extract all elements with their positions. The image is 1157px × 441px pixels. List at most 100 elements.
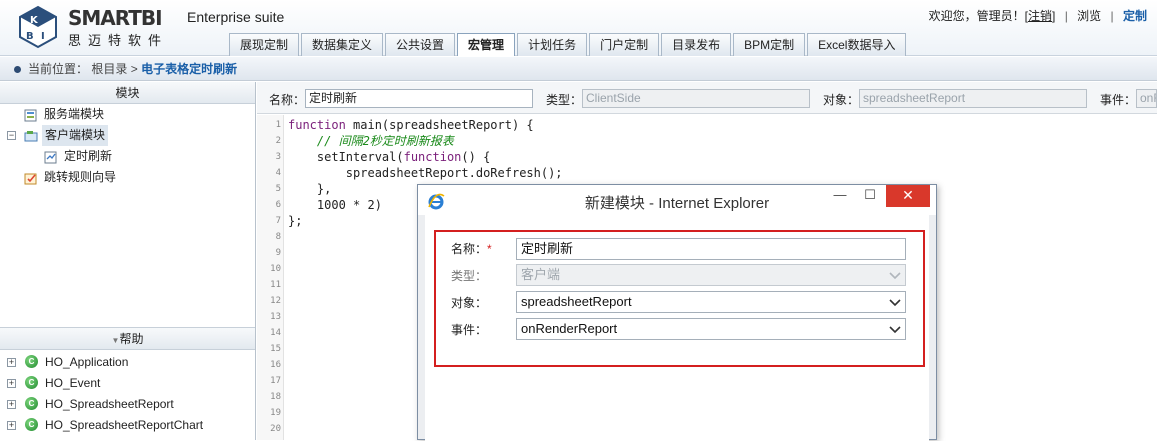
name-label-text: 名称：	[451, 242, 488, 256]
tree-item-timed-refresh[interactable]: 定时刷新	[0, 146, 255, 167]
client-module-icon	[24, 129, 38, 142]
code-text: main(spreadsheetReport) {	[345, 118, 534, 132]
browse-link[interactable]: 浏览	[1077, 9, 1101, 23]
logout-link[interactable]: 注销	[1028, 9, 1052, 23]
expand-icon[interactable]: +	[7, 400, 16, 409]
expand-icon[interactable]: +	[7, 379, 16, 388]
chevron-down-icon	[889, 326, 901, 334]
tree-item-client-module[interactable]: − 客户端模块	[0, 125, 255, 146]
brand-name: SMARTBI	[68, 6, 163, 30]
line-number: 17	[270, 376, 281, 386]
tab-scheduled-tasks[interactable]: 计划任务	[517, 33, 588, 56]
expand-icon[interactable]: +	[7, 421, 16, 430]
line-number: 3	[275, 152, 281, 162]
help-item-label: HO_Event	[45, 376, 101, 390]
tab-catalog-publish[interactable]: 目录发布	[661, 33, 732, 56]
chevron-down-icon	[889, 272, 901, 280]
app-header: K B I SMARTBI 思迈特软件 Enterprise suite 欢迎您…	[0, 0, 1157, 56]
suite-label: Enterprise suite	[187, 9, 285, 25]
tab-portal-customize[interactable]: 门户定制	[589, 33, 660, 56]
toolbar-separator: |	[1110, 9, 1114, 23]
module-form: 名称：* 定时刷新 类型： 客户端 对象： spreadsheetReport …	[434, 230, 925, 367]
tab-dataset-definition[interactable]: 数据集定义	[301, 33, 384, 56]
tree-item-label: 服务端模块	[44, 107, 105, 121]
dialog-name-label: 名称：*	[451, 240, 492, 257]
help-panel-header[interactable]: ▼帮助	[0, 327, 255, 350]
customize-link[interactable]: 定制	[1123, 9, 1147, 23]
tab-bpm-customize[interactable]: BPM定制	[733, 33, 806, 56]
module-panel-header: 模块	[0, 82, 255, 104]
tab-public-settings[interactable]: 公共设置	[385, 33, 456, 56]
expand-icon[interactable]: +	[7, 358, 16, 367]
line-number: 10	[270, 264, 281, 274]
name-label: 名称：	[269, 93, 306, 107]
line-number: 19	[270, 408, 281, 418]
brand-logo-icon: K B I	[16, 5, 60, 49]
server-module-icon	[24, 108, 38, 122]
tree-item-server-module[interactable]: 服务端模块	[0, 104, 255, 125]
line-number: 20	[270, 424, 281, 434]
help-item[interactable]: + C HO_Application	[0, 352, 255, 373]
brand-subtitle: 思迈特软件	[68, 33, 169, 48]
dialog-name-input[interactable]: 定时刷新	[516, 238, 906, 260]
dialog-object-label: 对象：	[451, 296, 488, 310]
type-select-value: 客户端	[521, 267, 561, 282]
welcome-text: 欢迎您，管理员！[	[928, 9, 1028, 23]
name-field[interactable]: 定时刷新	[305, 89, 533, 108]
line-number: 5	[275, 184, 281, 194]
help-item[interactable]: + C HO_SpreadsheetReport	[0, 394, 255, 415]
left-panel: 模块 服务端模块 − 客户端模块 定时刷新 跳转规则向导 ▼帮助 + C HO_…	[0, 82, 256, 440]
toolbar-separator: |	[1064, 9, 1068, 23]
code-line: 1000 * 2)	[288, 198, 382, 212]
event-field: onR	[1136, 89, 1157, 108]
line-number: 7	[275, 216, 281, 226]
tab-excel-import[interactable]: Excel数据导入	[807, 33, 907, 56]
object-select-value: spreadsheetReport	[521, 294, 632, 309]
location-dot-icon	[14, 66, 21, 73]
svg-text:I: I	[41, 31, 45, 42]
line-number: 12	[270, 296, 281, 306]
dialog-type-label: 类型：	[451, 269, 488, 283]
dialog-type-select: 客户端	[516, 264, 906, 286]
macro-attributes-bar: 名称： 定时刷新 类型： ClientSide 对象： spreadsheetR…	[257, 82, 1157, 114]
code-keyword: function	[403, 150, 462, 164]
close-button[interactable]: ✕	[886, 185, 930, 207]
code-keyword: function	[288, 118, 346, 132]
class-icon: C	[25, 355, 38, 368]
tree-item-label: 定时刷新	[64, 149, 113, 163]
code-text: setInterval(	[288, 150, 404, 164]
code-line: setInterval(function() {	[288, 149, 490, 165]
dialog-titlebar[interactable]: 新建模块 - Internet Explorer — ☐ ✕	[418, 185, 936, 215]
minimize-button[interactable]: —	[826, 185, 854, 207]
tree-item-jump-rule-wizard[interactable]: 跳转规则向导	[0, 167, 255, 188]
line-number: 16	[270, 360, 281, 370]
line-number: 4	[275, 168, 281, 178]
breadcrumb: 当前位置： 根目录 > 电子表格定时刷新	[0, 57, 1157, 81]
tab-display-customize[interactable]: 展现定制	[229, 33, 300, 56]
code-line: function main(spreadsheetReport) {	[288, 117, 534, 133]
breadcrumb-text: 当前位置： 根目录 > 电子表格定时刷新	[28, 57, 237, 81]
line-number-gutter: 1 2 3 4 5 6 7 8 9 10 11 12 13 14 15 16 1…	[257, 115, 284, 440]
help-panel-title: 帮助	[119, 332, 144, 346]
line-number: 13	[270, 312, 281, 322]
help-item[interactable]: + C HO_SpreadsheetReportChart	[0, 415, 255, 436]
line-number: 6	[275, 200, 281, 210]
code-comment: // 间隔2秒定时刷新报表	[288, 134, 454, 148]
dialog-event-label: 事件：	[451, 323, 488, 337]
line-number: 14	[270, 328, 281, 338]
tab-macro-management[interactable]: 宏管理	[457, 33, 516, 56]
maximize-button[interactable]: ☐	[856, 185, 884, 207]
code-line: };	[288, 214, 303, 228]
dialog-object-select[interactable]: spreadsheetReport	[516, 291, 906, 313]
line-number: 1	[275, 120, 281, 130]
breadcrumb-separator: >	[130, 62, 138, 76]
help-item-label: HO_SpreadsheetReport	[45, 397, 174, 411]
collapse-icon[interactable]: −	[7, 131, 16, 140]
tree-item-label: 跳转规则向导	[44, 170, 117, 184]
breadcrumb-root[interactable]: 根目录	[91, 62, 127, 76]
line-number: 18	[270, 392, 281, 402]
breadcrumb-current: 电子表格定时刷新	[141, 62, 238, 76]
event-label: 事件：	[1100, 93, 1137, 107]
help-item[interactable]: + C HO_Event	[0, 373, 255, 394]
dialog-event-select[interactable]: onRenderReport	[516, 318, 906, 340]
